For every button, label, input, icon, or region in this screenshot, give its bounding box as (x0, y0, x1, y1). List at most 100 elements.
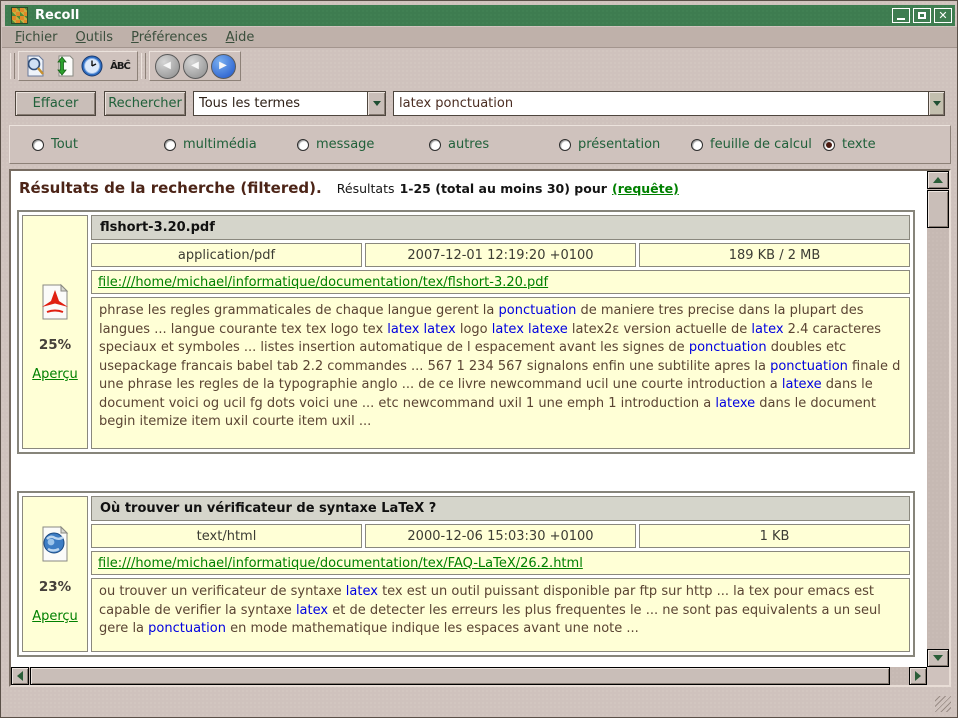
minimize-button[interactable] (892, 8, 910, 23)
filter-option-tout[interactable]: Tout (32, 137, 78, 152)
filter-option-label: message (316, 137, 374, 152)
app-icon (11, 7, 28, 24)
search-query-arrow-button[interactable] (928, 92, 944, 115)
snippet-highlight: latexe (715, 396, 755, 411)
results-frame: Résultats de la recherche (filtered). Ré… (9, 169, 951, 687)
snippet-highlight: ponctuation (148, 621, 226, 636)
search-mode-arrow-button[interactable] (367, 92, 385, 115)
search-button-label: Rechercher (108, 96, 182, 111)
filter-option-feuille-de-calcul[interactable]: feuille de calcul (691, 137, 812, 152)
snippet-text: phrase les regles grammaticales de chaqu… (99, 303, 499, 318)
result-table: 25%Aperçuflshort-3.20.pdfapplication/pdf… (17, 210, 915, 454)
results-list: Résultats de la recherche (filtered). Ré… (11, 171, 927, 667)
menu-bar: FichierOutilsPréférencesAide (2, 27, 958, 48)
search-button[interactable]: Rechercher (104, 91, 186, 116)
resize-grip[interactable] (935, 696, 951, 712)
filter-option-label: feuille de calcul (710, 137, 812, 152)
minimize-icon (897, 18, 905, 20)
term-explorer-button[interactable]: ÂBĈ (106, 53, 134, 79)
first-page-button[interactable]: ◀ (153, 53, 181, 79)
filter-option-multim-dia[interactable]: multimédia (164, 137, 257, 152)
filetype-filter-bar: Tout multimédia message autres présentation f… (9, 125, 951, 164)
filter-option-label: Tout (51, 137, 78, 152)
preview-button[interactable] (22, 53, 50, 79)
snippet-highlight: latex latexe (492, 322, 568, 337)
vertical-scrollbar[interactable] (927, 171, 949, 667)
recoll-window: Recoll ✕ FichierOutilsPréférencesAide (0, 0, 958, 718)
search-mode-value: Tous les termes (194, 96, 367, 111)
history-button[interactable] (78, 53, 106, 79)
toolbar-handle[interactable] (10, 53, 15, 79)
horizontal-scrollbar[interactable] (11, 667, 927, 685)
arrow-right-icon (915, 671, 921, 681)
next-page-button[interactable]: ▶ (209, 53, 237, 79)
maximize-icon (918, 12, 926, 19)
radio-icon (559, 139, 571, 151)
snippet-highlight: latex latex (387, 322, 455, 337)
filter-option-label: autres (448, 137, 489, 152)
result-url-link[interactable]: file:///home/michael/informatique/docume… (98, 275, 548, 290)
result-url-cell: file:///home/michael/informatique/docume… (91, 270, 910, 294)
result-size: 1 KB (639, 524, 910, 548)
prev-page-button[interactable]: ◀ (181, 53, 209, 79)
result-date: 2000-12-06 15:03:30 +0100 (365, 524, 636, 548)
menu-item-outils[interactable]: Outils (67, 28, 123, 47)
filter-option-autres[interactable]: autres (429, 137, 489, 152)
result-snippet: ou trouver un verificateur de syntaxe la… (91, 578, 910, 652)
snippet-highlight: ponctuation (689, 340, 767, 355)
preview-link[interactable]: Aperçu (32, 609, 78, 624)
radio-icon (429, 139, 441, 151)
search-mode-select[interactable]: Tous les termes (193, 91, 386, 116)
results-count-range: 1-25 (total au moins 30) pour (400, 181, 607, 196)
result-relevance: 23% (24, 579, 86, 595)
horizontal-scroll-thumb[interactable] (30, 667, 890, 685)
results-title: Résultats de la recherche (filtered). (19, 179, 322, 197)
maximize-button[interactable] (913, 8, 931, 23)
filter-option-pr-sentation[interactable]: présentation (559, 137, 660, 152)
filter-option-texte[interactable]: texte (823, 137, 876, 152)
scroll-right-button[interactable] (909, 667, 927, 685)
clear-button-label: Effacer (33, 96, 79, 111)
sort-by-date-icon (52, 54, 76, 78)
scroll-down-button[interactable] (927, 649, 949, 667)
filter-option-label: texte (842, 137, 876, 152)
query-link[interactable]: (requête) (612, 181, 679, 196)
toolbar-group-main: ÂBĈ (18, 51, 138, 81)
scrollbar-corner (927, 667, 949, 685)
results-count-prefix: Résultats (337, 181, 395, 196)
close-button[interactable]: ✕ (934, 8, 952, 23)
snippet-highlight: latexe (782, 377, 822, 392)
filter-option-message[interactable]: message (297, 137, 374, 152)
chevron-down-icon (933, 101, 941, 106)
window-title: Recoll (35, 8, 889, 23)
result-snippet: phrase les regles grammaticales de chaqu… (91, 297, 910, 449)
vertical-scroll-thumb[interactable] (927, 190, 949, 228)
sort-by-date-button[interactable] (50, 53, 78, 79)
search-query-input[interactable]: latex ponctuation (393, 91, 945, 116)
preview-link[interactable]: Aperçu (32, 367, 78, 382)
menu-item-fichier[interactable]: Fichier (6, 28, 67, 47)
search-query-value: latex ponctuation (394, 96, 928, 111)
result-mime: text/html (91, 524, 362, 548)
snippet-text: ou trouver un verificateur de syntaxe (99, 584, 346, 599)
clear-button[interactable]: Effacer (15, 91, 96, 116)
toolbar-group-nav: ◀ ◀ ▶ (149, 51, 241, 81)
result-icon-cell: 23% Aperçu (22, 496, 88, 652)
menu-item-prfrences[interactable]: Préférences (122, 28, 216, 47)
result-mime: application/pdf (91, 243, 362, 267)
filter-option-label: présentation (578, 137, 660, 152)
result-url-link[interactable]: file:///home/michael/informatique/docume… (98, 556, 583, 571)
radio-icon (823, 139, 835, 151)
scroll-up-button[interactable] (927, 171, 949, 189)
scroll-left-button[interactable] (11, 667, 29, 685)
chevron-down-icon (373, 101, 381, 106)
preview-icon (24, 54, 48, 78)
title-bar[interactable]: Recoll ✕ (5, 5, 955, 26)
arrow-left-icon (17, 671, 23, 681)
arrow-down-icon (933, 655, 943, 661)
toolbar-handle-2[interactable] (141, 53, 146, 79)
menu-item-aide[interactable]: Aide (217, 28, 264, 47)
radio-icon (297, 139, 309, 151)
result-title: flshort-3.20.pdf (91, 215, 910, 240)
history-icon (80, 54, 104, 78)
